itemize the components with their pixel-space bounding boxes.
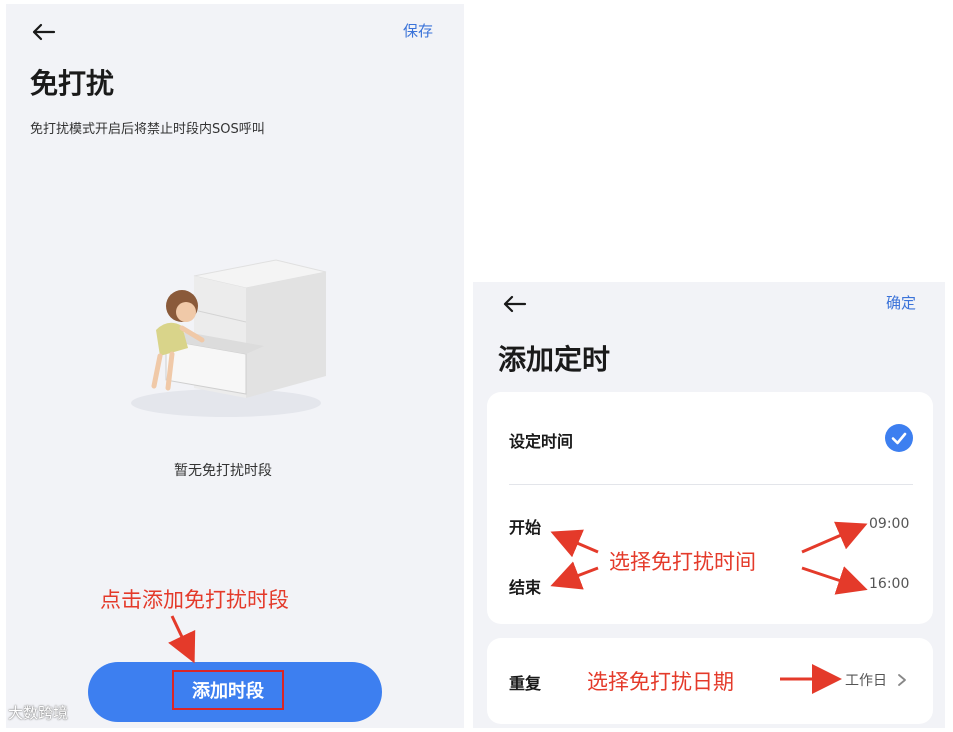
save-button[interactable]: 保存: [403, 20, 433, 41]
end-time-value[interactable]: 16:00: [869, 576, 909, 592]
page-title: 添加定时: [498, 343, 611, 376]
annotation-select-date: 选择免打扰日期: [587, 670, 734, 694]
start-time-value[interactable]: 09:00: [869, 516, 909, 532]
chevron-right-icon: [898, 674, 906, 686]
back-arrow-icon[interactable]: [501, 294, 527, 314]
end-label: 结束: [509, 578, 542, 597]
empty-state-illustration: [131, 259, 327, 417]
divider: [509, 484, 913, 485]
time-settings-card: 设定时间 开始 09:00 结束 16:00: [487, 392, 933, 624]
add-schedule-screen: 确定 添加定时 设定时间 开始 09:00 结束 16:00 选择免打扰时间 重…: [473, 282, 945, 728]
page-subtitle: 免打扰模式开启后将禁止时段内SOS呼叫: [30, 122, 265, 137]
repeat-value: 工作日: [845, 673, 887, 689]
annotation-select-time: 选择免打扰时间: [609, 550, 756, 574]
add-period-button-label: 添加时段: [172, 670, 284, 710]
check-circle-icon[interactable]: [885, 424, 913, 452]
repeat-label: 重复: [509, 674, 542, 693]
annotation-add-period: 点击添加免打扰时段: [100, 588, 289, 612]
back-arrow-icon[interactable]: [30, 22, 56, 42]
add-period-button[interactable]: 添加时段: [88, 662, 382, 722]
set-time-label: 设定时间: [509, 432, 574, 451]
watermark: 大数跨境: [8, 704, 69, 722]
page-title: 免打扰: [30, 67, 115, 100]
start-label: 开始: [509, 518, 542, 537]
dnd-screen: 保存 免打扰 免打扰模式开启后将禁止时段内SOS呼叫 暂无免打扰时段 点击添加免…: [6, 4, 464, 728]
empty-state-text: 暂无免打扰时段: [174, 463, 272, 479]
confirm-button[interactable]: 确定: [886, 292, 916, 313]
